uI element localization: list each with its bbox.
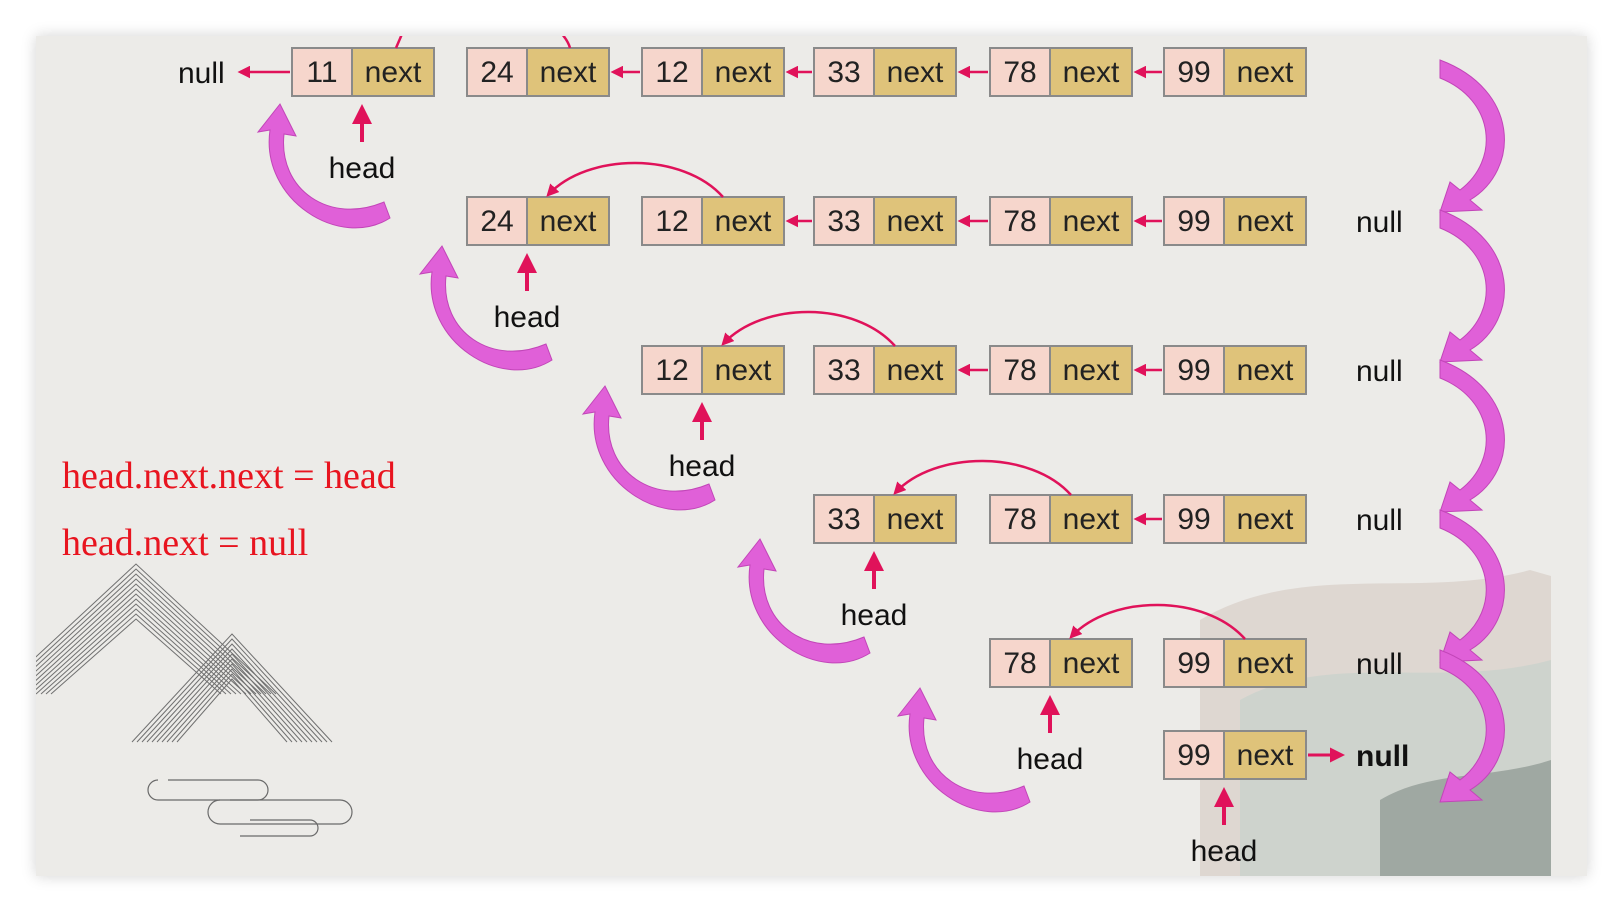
- mountain-line: [45, 613, 227, 695]
- head-label: head: [494, 301, 561, 334]
- null-label: null: [1356, 206, 1403, 239]
- node-value: 11: [306, 56, 337, 89]
- list-node: 11 next: [291, 47, 435, 97]
- null-label: null: [1356, 504, 1403, 537]
- list-node: 33 next: [813, 47, 957, 97]
- node-next-label: next: [715, 56, 772, 89]
- mountain-line: [50, 618, 222, 695]
- list-node: 78 next: [989, 196, 1133, 246]
- node-next-label: next: [887, 503, 944, 536]
- node-next-label: next: [1063, 647, 1120, 680]
- node-value: 78: [1003, 503, 1036, 536]
- node-next-label: next: [1063, 205, 1120, 238]
- node-next-label: next: [715, 354, 772, 387]
- null-label: null: [1356, 740, 1409, 773]
- incoming-arrow-tail: [562, 36, 572, 49]
- code-line-2: head.next = null: [62, 522, 308, 564]
- list-node: 33 next: [813, 494, 957, 544]
- list-node: 78 next: [989, 638, 1133, 688]
- node-next-label: next: [715, 205, 772, 238]
- node-value: 99: [1177, 56, 1210, 89]
- decor-mountains: [36, 563, 353, 837]
- list-node: 99 next: [1163, 345, 1307, 395]
- list-node: 99 next: [1163, 494, 1307, 544]
- list-node: 12 next: [641, 47, 785, 97]
- node-value: 99: [1177, 647, 1210, 680]
- node-next-label: next: [1063, 503, 1120, 536]
- node-next-label: next: [1063, 56, 1120, 89]
- list-node: 78 next: [989, 345, 1133, 395]
- list-node: 78 next: [989, 494, 1133, 544]
- side-flow-arrow: [1439, 209, 1505, 363]
- node-value: 33: [827, 205, 860, 238]
- node-next-label: next: [540, 56, 597, 89]
- list-node: 33 next: [813, 345, 957, 395]
- reverse-pointer-arrow: [893, 459, 1072, 496]
- reverse-pointer-arrow: [546, 161, 724, 198]
- node-value: 78: [1003, 205, 1036, 238]
- list-node: 24 next: [466, 47, 610, 97]
- node-next-label: next: [887, 56, 944, 89]
- head-label: head: [1017, 743, 1084, 776]
- node-next-label: next: [365, 56, 422, 89]
- list-row-3: 12 next 33 next 78 next 99 next null head: [641, 310, 1403, 483]
- node-next-label: next: [540, 205, 597, 238]
- null-label: null: [1356, 355, 1403, 388]
- node-value: 12: [655, 205, 688, 238]
- side-flow-arrow: [1439, 59, 1505, 213]
- list-node: 24 next: [466, 196, 610, 246]
- list-row-2: 24 next 12 next 33 next 78 next 99 next null head: [466, 161, 1403, 334]
- list-node: 12 next: [641, 196, 785, 246]
- node-next-label: next: [887, 354, 944, 387]
- node-value: 78: [1003, 56, 1036, 89]
- node-next-label: next: [1237, 205, 1294, 238]
- side-flow-arrow: [1439, 359, 1505, 513]
- reverse-list-diagram: 11 next 24 next 12 next 33 next 78 next 99 next null…: [36, 36, 1551, 876]
- node-value: 99: [1177, 739, 1210, 772]
- null-label: null: [1356, 648, 1403, 681]
- node-value: 33: [827, 56, 860, 89]
- head-label: head: [329, 152, 396, 185]
- list-node: 99 next: [1163, 196, 1307, 246]
- head-label: head: [669, 450, 736, 483]
- list-node: 99 next: [1163, 638, 1307, 688]
- list-row-1: 11 next 24 next 12 next 33 next 78 next 99 next null…: [178, 36, 1307, 185]
- node-next-label: next: [887, 205, 944, 238]
- node-value: 99: [1177, 354, 1210, 387]
- node-value: 24: [480, 205, 513, 238]
- node-value: 33: [827, 354, 860, 387]
- list-node: 12 next: [641, 345, 785, 395]
- node-next-label: next: [1237, 56, 1294, 89]
- node-next-label: next: [1237, 647, 1294, 680]
- node-next-label: next: [1237, 503, 1294, 536]
- list-node: 33 next: [813, 196, 957, 246]
- node-next-label: next: [1237, 739, 1294, 772]
- slide-canvas: 11 next 24 next 12 next 33 next 78 next 99 next null…: [36, 36, 1587, 876]
- node-value: 78: [1003, 354, 1036, 387]
- recursion-curve-arrow: [581, 385, 716, 511]
- node-value: 78: [1003, 647, 1036, 680]
- list-node: 99 next: [1163, 47, 1307, 97]
- incoming-arrow-tail: [394, 36, 403, 49]
- node-value: 33: [827, 503, 860, 536]
- head-label: head: [841, 599, 908, 632]
- node-value: 99: [1177, 205, 1210, 238]
- node-value: 99: [1177, 503, 1210, 536]
- node-next-label: next: [1237, 354, 1294, 387]
- recursion-curve-arrow: [896, 687, 1031, 813]
- node-value: 12: [655, 354, 688, 387]
- node-value: 24: [480, 56, 513, 89]
- node-value: 12: [655, 56, 688, 89]
- null-label: null: [178, 57, 225, 90]
- code-line-1: head.next.next = head: [62, 455, 396, 497]
- reverse-pointer-arrow: [721, 310, 896, 347]
- list-node: 99 next: [1163, 730, 1307, 780]
- node-next-label: next: [1063, 354, 1120, 387]
- head-label: head: [1191, 835, 1258, 868]
- list-node: 78 next: [989, 47, 1133, 97]
